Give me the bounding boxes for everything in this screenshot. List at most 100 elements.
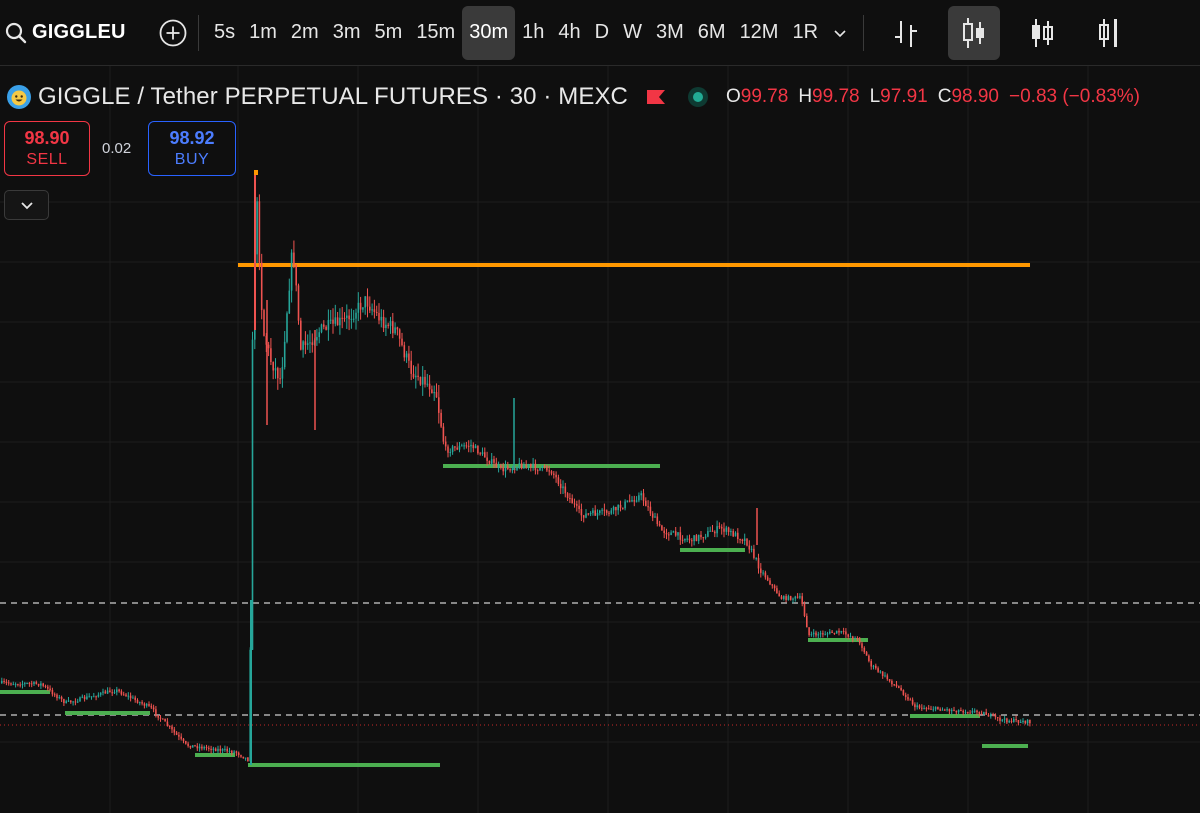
candle-body [656,516,659,524]
candle-body [778,593,780,597]
candles-chart-type-button[interactable] [948,5,1001,60]
candle-body [444,441,447,447]
candle-body [973,710,976,712]
candle-body [178,734,180,737]
candle-body [651,513,654,518]
candle-body [810,634,813,636]
candle-body [182,738,185,742]
candle-body [603,509,606,511]
candle-body [49,688,51,691]
candle-body [150,705,153,708]
candle-body [323,324,325,327]
tf-12M[interactable]: 12M [733,6,786,60]
timeframe-dropdown[interactable] [825,6,855,60]
tf-5m[interactable]: 5m [368,6,410,60]
candle-body [83,696,86,700]
candle-body [569,497,571,499]
candle-body [132,697,134,699]
low-label: L [869,86,881,107]
candle-body [845,631,847,635]
sell-button[interactable]: 98.90 SELL [4,121,90,176]
candle-body [283,341,286,368]
tf-4h[interactable]: 4h [551,6,587,60]
tf-5s[interactable]: 5s [207,6,242,60]
candle-body [594,510,596,516]
candle-body [435,392,438,398]
candle-body [343,317,346,319]
hollow-candles-chart-type-button[interactable] [1016,6,1068,60]
candle-body [463,445,465,447]
bars-chart-type-button[interactable] [880,6,932,60]
tf-3M[interactable]: 3M [649,6,691,60]
close-label: C [937,86,952,107]
candle-body [5,681,8,683]
candle-body [341,317,343,319]
candle-body [329,319,332,321]
compare-symbol-button[interactable] [156,16,190,50]
candle-body [194,745,196,747]
symbol-search[interactable]: GIGGLEU [0,13,148,53]
chevron-down-icon [834,29,846,37]
candle-body [684,538,686,541]
candle-body [431,389,433,394]
candle-body [695,535,698,542]
tf-15m[interactable]: 15m [409,6,462,60]
open-value: 99.78 [740,86,789,107]
tf-30m[interactable]: 30m [462,5,516,60]
candle-body [787,596,790,600]
collapse-trade-button[interactable] [4,190,49,220]
tf-1m[interactable]: 1m [242,6,284,60]
candle-body [969,712,971,714]
tf-w[interactable]: W [616,6,649,60]
candle-body [362,307,364,310]
tf-2m[interactable]: 2m [284,6,326,60]
candle-body [739,539,741,541]
price-chart[interactable] [0,66,1200,813]
columns-chart-type-button[interactable] [1084,6,1136,60]
candle-body [477,445,479,454]
candle-body [396,327,399,330]
candle-body [438,397,440,413]
tf-1h[interactable]: 1h [515,6,551,60]
tf-d[interactable]: D [588,6,616,60]
candle-body [693,535,695,542]
candle-body [447,446,449,453]
candle-body [88,696,90,698]
candle-body [279,378,281,380]
candle-body [398,329,401,339]
flag-icon[interactable] [646,89,666,105]
candle-body [260,262,263,311]
candle-body [371,309,373,311]
candle-body [527,464,530,467]
candle-body [120,691,123,695]
candle-body [106,690,109,694]
candle-body [281,367,284,379]
candle-body [548,470,550,472]
candle-body [454,446,456,448]
candle-body [93,696,95,698]
candle-body [1,681,3,683]
candle-body [1017,720,1020,723]
tf-3m[interactable]: 3m [326,6,368,60]
candle-body [980,713,983,715]
candle-body [599,510,601,513]
tf-6M[interactable]: 6M [691,6,733,60]
candle-body [704,536,707,538]
candlestick-icon [963,17,985,48]
market-status-icon[interactable] [687,87,708,107]
candle-body [352,318,355,320]
candle-body [886,675,889,680]
tf-1R[interactable]: 1R [785,6,825,60]
candle-body [812,632,815,635]
candle-body [348,315,350,320]
candle-body [730,531,732,533]
candle-body [555,474,557,478]
candle-body [44,685,47,687]
candle-body [458,445,461,450]
buy-button[interactable]: 98.92 BUY [148,121,236,176]
candle-body [293,252,295,265]
candle-body [932,709,935,711]
candle-body [994,714,997,718]
candle-body [819,633,822,635]
candle-body [709,530,711,532]
